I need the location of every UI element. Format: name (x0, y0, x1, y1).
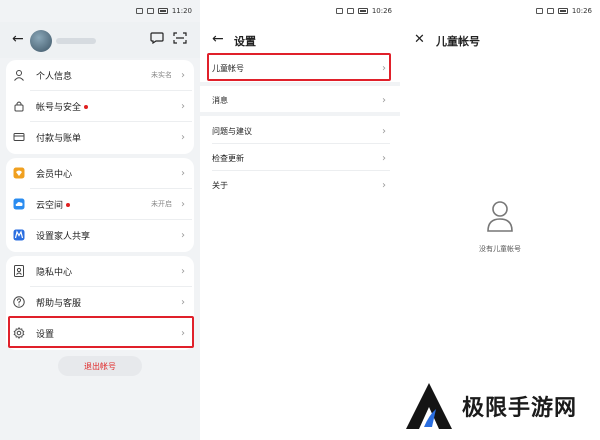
account-row-label: 云空间 (36, 198, 71, 211)
wifi-icon (346, 8, 354, 14)
chevron-right-icon: › (181, 229, 185, 241)
account-panel: 11:20 ← 个人信息 未实名 › 帐号与安全 › 付款与账单 › 会员中心 … (0, 0, 200, 440)
status-time: 10:26 (371, 7, 392, 15)
highlight-box (207, 53, 391, 81)
watermark-text: 极限手游网 (462, 396, 578, 421)
member-icon (13, 167, 25, 179)
page-title: 设置 (234, 35, 256, 48)
settings-row-label: 消息 (212, 95, 228, 105)
chevron-right-icon: › (181, 167, 185, 179)
battery-icon (557, 8, 568, 14)
chevron-right-icon: › (382, 94, 386, 106)
account-row-privacy[interactable]: 隐私中心 › (6, 256, 194, 286)
chevron-right-icon: › (181, 131, 185, 143)
status-bar: 10:26 (200, 0, 400, 22)
chevron-right-icon: › (181, 69, 185, 81)
close-icon[interactable]: ✕ (414, 32, 425, 47)
logout-button[interactable]: 退出帐号 (58, 356, 142, 376)
empty-state-text: 没有儿童帐号 (479, 245, 521, 253)
settings-row-check-update[interactable]: 检查更新 › (212, 143, 390, 173)
cloud-icon (13, 198, 25, 210)
person-placeholder-icon (487, 201, 513, 232)
person-icon (14, 70, 24, 81)
child-account-panel: 10:26 ✕ 儿童帐号 没有儿童帐号 (400, 0, 600, 440)
notification-dot (84, 105, 89, 109)
chevron-right-icon: › (181, 265, 185, 277)
account-row-label: 会员中心 (36, 169, 73, 180)
card-icon (13, 133, 25, 141)
help-icon (13, 296, 25, 308)
account-row-label: 帮助与客服 (36, 298, 82, 309)
privacy-icon (14, 265, 24, 277)
account-row-value: 未实名 (151, 71, 172, 79)
account-row-label-text: 云空间 (36, 200, 64, 211)
chevron-right-icon: › (181, 100, 185, 112)
settings-row-feedback[interactable]: 问题与建议 › (212, 116, 390, 146)
account-row-payment[interactable]: 付款与账单 › (6, 122, 194, 152)
account-row-label: 付款与账单 (36, 133, 82, 144)
battery-icon (357, 8, 368, 14)
chevron-right-icon: › (382, 152, 386, 164)
account-row-profile[interactable]: 个人信息 未实名 › (6, 60, 194, 90)
settings-row-about[interactable]: 关于 › (212, 170, 390, 200)
account-row-label: 个人信息 (36, 71, 73, 82)
settings-row-label: 关于 (212, 180, 228, 190)
wifi-icon (146, 8, 154, 14)
status-bar: 11:20 (0, 0, 200, 22)
account-row-help[interactable]: 帮助与客服 › (6, 287, 194, 317)
settings-row-label: 问题与建议 (212, 126, 252, 136)
status-time: 10:26 (571, 7, 592, 15)
chevron-right-icon: › (382, 179, 386, 191)
account-row-security[interactable]: 帐号与安全 › (6, 91, 194, 121)
chevron-right-icon: › (181, 198, 185, 210)
back-arrow-icon[interactable]: ← (12, 32, 24, 46)
notification-dot (66, 203, 71, 207)
status-time: 11:20 (171, 7, 192, 15)
family-share-icon (13, 229, 25, 241)
status-bar: 10:26 (400, 0, 600, 22)
sim-icon (135, 8, 143, 14)
account-row-label: 隐私中心 (36, 267, 73, 278)
chevron-right-icon: › (382, 125, 386, 137)
lock-icon (14, 101, 24, 112)
sim-icon (335, 8, 343, 14)
scan-icon[interactable] (173, 32, 187, 44)
page-title: 儿童帐号 (436, 35, 480, 48)
back-arrow-icon[interactable]: ← (212, 32, 224, 46)
sim-icon (535, 8, 543, 14)
settings-row-label: 检查更新 (212, 153, 244, 163)
watermark-logo-icon (403, 380, 455, 432)
settings-row-messages[interactable]: 消息 › (212, 85, 390, 115)
account-row-value: 未开启 (151, 200, 172, 208)
battery-icon (157, 8, 168, 14)
chevron-right-icon: › (181, 296, 185, 308)
avatar[interactable] (30, 30, 52, 52)
settings-panel: 10:26 ← 设置 儿童帐号 › 消息 › 问题与建议 › 检查更新 › 关于… (200, 0, 400, 440)
account-row-cloud[interactable]: 云空间 未开启 › (6, 189, 194, 219)
account-row-member[interactable]: 会员中心 › (6, 158, 194, 188)
wifi-icon (546, 8, 554, 14)
message-icon[interactable] (150, 32, 164, 44)
account-row-label: 设置家人共享 (36, 231, 91, 242)
watermark: 极限手游网 (402, 378, 598, 434)
account-row-family-share[interactable]: 设置家人共享 › (6, 220, 194, 250)
account-row-label: 帐号与安全 (36, 100, 89, 113)
highlight-box (8, 316, 194, 348)
account-row-label-text: 帐号与安全 (36, 102, 82, 113)
account-name-blurred (56, 38, 96, 44)
